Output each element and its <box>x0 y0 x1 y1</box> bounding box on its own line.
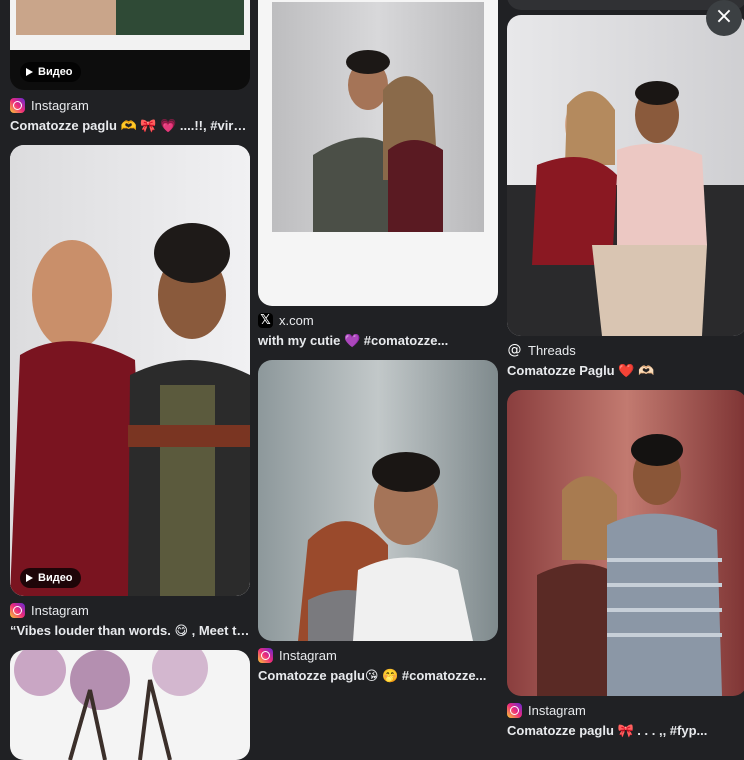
result-thumbnail[interactable] <box>258 0 498 306</box>
result-source[interactable]: Instagram <box>258 646 337 664</box>
result-thumbnail[interactable]: Видео <box>10 145 250 596</box>
result-thumbnail[interactable] <box>258 360 498 641</box>
result-title[interactable]: Comatozze paglu 🎀 . . . ,, #fyp... <box>507 723 744 739</box>
play-icon <box>26 574 33 582</box>
instagram-icon <box>10 602 25 618</box>
result-title[interactable]: Comatozze Paglu ❤️ 🫶🏻 <box>507 363 744 379</box>
result-title[interactable]: with my cutie 💜 #comatozze... <box>258 333 498 349</box>
instagram-icon <box>507 702 522 718</box>
play-icon <box>26 68 33 76</box>
result-source[interactable]: 𝕏 x.com <box>258 311 314 329</box>
result-title[interactable]: Comatozze paglu😘 🤭 #comatozze... <box>258 668 498 684</box>
result-thumbnail[interactable] <box>507 15 744 336</box>
result-title[interactable]: “Vibes louder than words. 😋 , Meet to... <box>10 623 250 639</box>
instagram-icon <box>10 97 25 113</box>
x-logo-icon: 𝕏 <box>258 312 273 328</box>
video-badge: Видео <box>20 568 81 588</box>
result-thumbnail[interactable] <box>507 390 744 696</box>
result-thumbnail[interactable] <box>10 650 250 760</box>
result-title[interactable]: Comatozze paglu 🫶 🎀 💗 ....!!, #viral ,..… <box>10 118 250 134</box>
close-button[interactable]: × <box>706 0 742 36</box>
result-source[interactable]: Instagram <box>507 701 586 719</box>
result-source[interactable]: Instagram <box>10 96 89 114</box>
threads-icon: @ <box>507 341 522 358</box>
result-source[interactable]: Instagram <box>10 601 89 619</box>
instagram-icon <box>258 647 273 663</box>
result-thumbnail[interactable]: Видео <box>10 0 250 90</box>
close-icon: × <box>714 4 734 29</box>
result-source[interactable]: @ Threads <box>507 341 576 359</box>
video-badge: Видео <box>20 62 81 82</box>
